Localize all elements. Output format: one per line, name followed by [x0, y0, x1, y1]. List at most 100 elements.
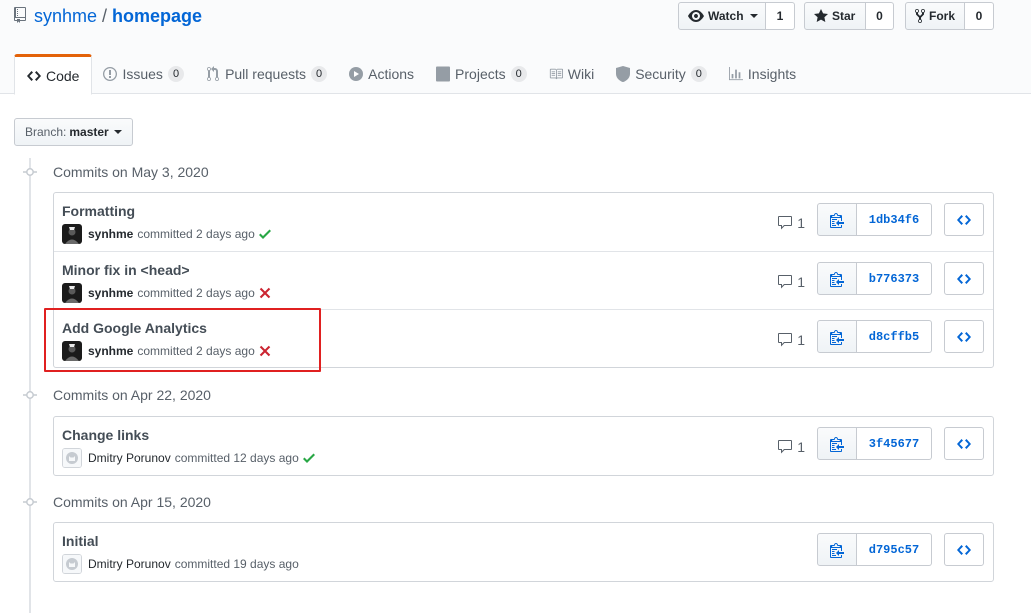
commit-time: committed 2 days ago	[137, 344, 255, 358]
browse-files-button[interactable]	[944, 320, 984, 353]
commit-time: committed 19 days ago	[174, 557, 299, 571]
avatar[interactable]	[62, 448, 82, 468]
copy-sha-button[interactable]	[817, 203, 857, 236]
x-icon[interactable]	[259, 285, 271, 301]
commit-meta: synhme committed 2 days ago	[62, 341, 271, 361]
watch-group: Watch 1	[678, 2, 795, 30]
clipboard-icon	[830, 542, 844, 558]
commit-group-date: Commits on May 3, 2020	[53, 164, 209, 180]
repo-owner-link[interactable]: synhme	[34, 6, 97, 27]
commit-title-link[interactable]: Minor fix in <head>	[62, 262, 190, 278]
tab-wiki[interactable]: Wiki	[538, 54, 605, 94]
repo-nav: Code Issues 0 Pull requests 0 Actions Pr…	[14, 54, 807, 95]
commit-sha-link[interactable]: d795c57	[857, 533, 932, 566]
clipboard-icon	[830, 212, 844, 228]
sha-group: b776373	[817, 262, 932, 295]
clipboard-icon	[830, 271, 844, 287]
repo-title: synhme / homepage	[14, 5, 202, 27]
commit-meta: synhme committed 2 days ago	[62, 224, 271, 244]
comment-count: 1	[797, 274, 805, 290]
commit-author-link[interactable]: synhme	[88, 344, 133, 358]
commit-row: Change links Dmitry Porunov committed 12…	[54, 417, 993, 475]
comments-link[interactable]: 1	[777, 332, 805, 348]
branch-select-button[interactable]: Branch: master	[14, 118, 133, 146]
avatar[interactable]	[62, 341, 82, 361]
star-label: Star	[832, 9, 856, 23]
sha-group: 3f45677	[817, 427, 932, 460]
star-button[interactable]: Star	[804, 2, 866, 30]
tab-security-counter: 0	[690, 66, 707, 82]
copy-sha-button[interactable]	[817, 320, 857, 353]
check-icon[interactable]	[258, 226, 271, 242]
commit-author-link[interactable]: synhme	[88, 286, 133, 300]
commit-sha-link[interactable]: 3f45677	[857, 427, 932, 460]
commit-row: Add Google Analytics synhme committed 2 …	[54, 309, 993, 367]
tab-security[interactable]: Security 0	[605, 54, 718, 94]
clipboard-icon	[830, 329, 844, 345]
sha-group: d795c57	[817, 533, 932, 566]
copy-sha-button[interactable]	[817, 427, 857, 460]
commit-node-icon	[22, 494, 38, 510]
commit-group-header: Commits on Apr 22, 2020	[22, 385, 211, 405]
sha-group: d8cffb5	[817, 320, 932, 353]
x-icon[interactable]	[259, 343, 271, 359]
browse-files-button[interactable]	[944, 203, 984, 236]
sha-group: 1db34f6	[817, 203, 932, 236]
commit-group-header: Commits on Apr 15, 2020	[22, 492, 211, 512]
code-icon	[957, 212, 971, 228]
watch-label: Watch	[708, 9, 744, 23]
tab-code[interactable]: Code	[14, 54, 93, 95]
commit-title-link[interactable]: Add Google Analytics	[62, 320, 207, 336]
avatar[interactable]	[62, 224, 82, 244]
fork-button[interactable]: Fork	[905, 2, 965, 30]
commit-sha-link[interactable]: d8cffb5	[857, 320, 932, 353]
tab-wiki-label: Wiki	[567, 66, 595, 82]
chevron-down-icon	[749, 14, 758, 18]
tab-projects[interactable]: Projects 0	[425, 54, 538, 94]
shield-icon	[616, 66, 631, 82]
commit-title-link[interactable]: Initial	[62, 533, 99, 549]
commit-author-link[interactable]: synhme	[88, 227, 133, 241]
commit-group-date: Commits on Apr 15, 2020	[53, 494, 211, 510]
repo-name-link[interactable]: homepage	[112, 6, 202, 27]
tab-actions-label: Actions	[368, 66, 415, 82]
chevron-down-icon	[113, 130, 122, 134]
clipboard-icon	[830, 436, 844, 452]
watch-count[interactable]: 1	[766, 2, 795, 30]
graph-icon	[728, 66, 743, 82]
fork-icon	[915, 8, 925, 24]
avatar[interactable]	[62, 554, 82, 574]
browse-files-button[interactable]	[944, 533, 984, 566]
commit-meta: Dmitry Porunov committed 12 days ago	[62, 448, 315, 468]
commit-list: Formatting synhme committed 2 days ago 1	[53, 192, 994, 368]
comment-icon	[777, 439, 793, 455]
tab-issues[interactable]: Issues 0	[92, 54, 195, 94]
tab-projects-counter: 0	[510, 66, 527, 82]
check-icon[interactable]	[302, 450, 315, 466]
pull-request-icon	[206, 66, 220, 82]
commit-author-link[interactable]: Dmitry Porunov	[88, 451, 171, 465]
fork-count[interactable]: 0	[965, 2, 994, 30]
watch-button[interactable]: Watch	[678, 2, 766, 30]
tab-insights[interactable]: Insights	[718, 54, 807, 94]
fork-group: Fork 0	[905, 2, 994, 30]
tab-issues-counter: 0	[167, 66, 185, 82]
copy-sha-button[interactable]	[817, 262, 857, 295]
comments-link[interactable]: 1	[777, 215, 805, 231]
comments-link[interactable]: 1	[777, 439, 805, 455]
tab-actions[interactable]: Actions	[338, 54, 425, 94]
commit-title-link[interactable]: Formatting	[62, 203, 135, 219]
commit-author-link[interactable]: Dmitry Porunov	[88, 557, 171, 571]
star-icon	[814, 8, 828, 24]
commit-title-link[interactable]: Change links	[62, 427, 149, 443]
browse-files-button[interactable]	[944, 262, 984, 295]
copy-sha-button[interactable]	[817, 533, 857, 566]
tab-pull-requests[interactable]: Pull requests 0	[195, 54, 338, 94]
commit-sha-link[interactable]: b776373	[857, 262, 932, 295]
commit-sha-link[interactable]: 1db34f6	[857, 203, 932, 236]
commit-row: Initial Dmitry Porunov committed 19 days…	[54, 523, 993, 581]
browse-files-button[interactable]	[944, 427, 984, 460]
avatar[interactable]	[62, 283, 82, 303]
star-count[interactable]: 0	[866, 2, 894, 30]
comments-link[interactable]: 1	[777, 274, 805, 290]
